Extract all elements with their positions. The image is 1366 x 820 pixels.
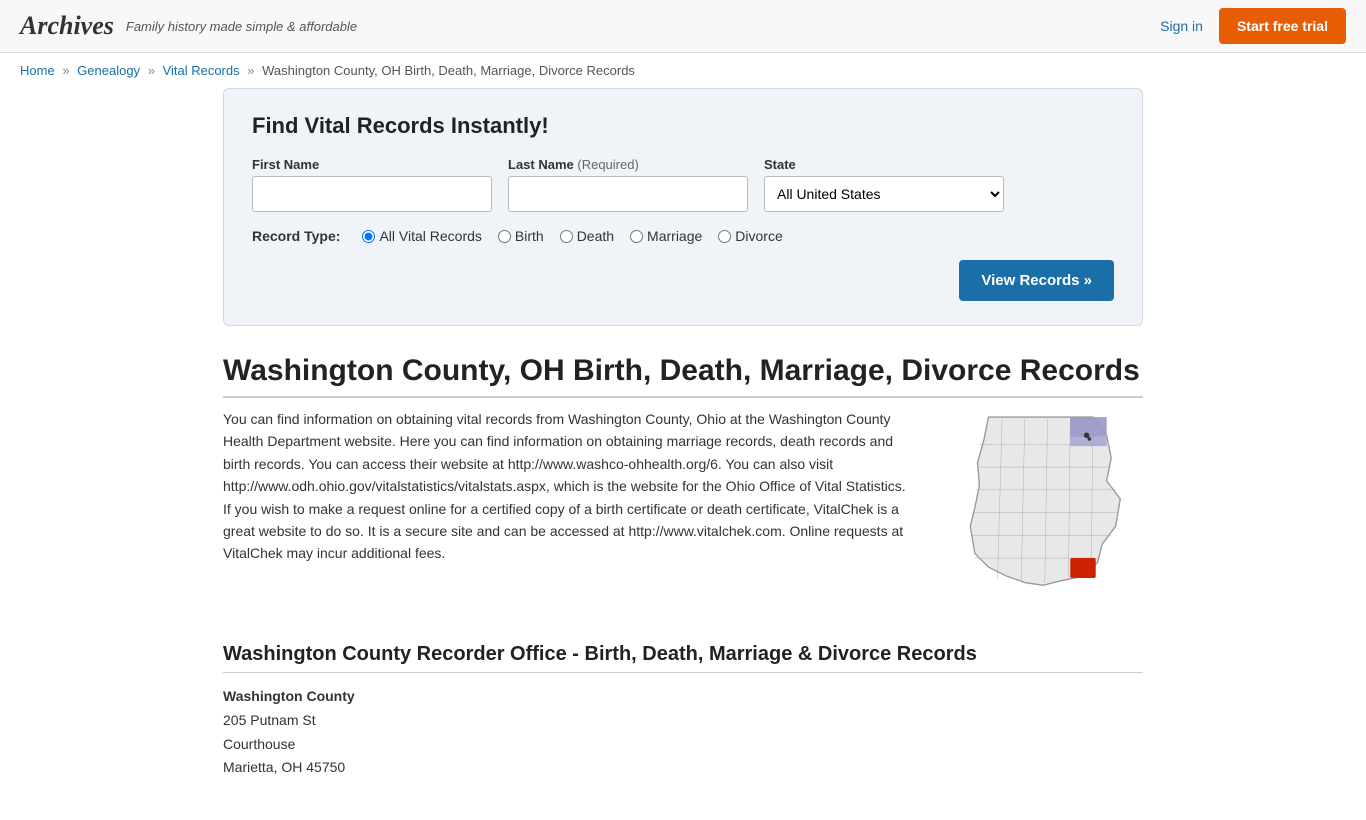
logo-text: Archives [20,11,114,40]
rt-marriage-label[interactable]: Marriage [630,228,702,244]
tagline: Family history made simple & affordable [126,19,357,34]
content-text: You can find information on obtaining vi… [223,408,915,611]
breadcrumb: Home » Genealogy » Vital Records » Washi… [0,53,1366,88]
breadcrumb-sep-1: » [62,63,69,78]
content-paragraph: You can find information on obtaining vi… [223,408,915,565]
breadcrumb-current: Washington County, OH Birth, Death, Marr… [262,63,635,78]
search-fields: First Name Last Name (Required) State Al… [252,157,1114,212]
header-left: Archives Family history made simple & af… [20,11,357,41]
breadcrumb-home[interactable]: Home [20,63,55,78]
rt-all-radio[interactable] [362,230,375,243]
rt-all-label[interactable]: All Vital Records [362,228,481,244]
page-title: Washington County, OH Birth, Death, Marr… [223,354,1143,398]
first-name-group: First Name [252,157,492,212]
last-name-group: Last Name (Required) [508,157,748,212]
site-header: Archives Family history made simple & af… [0,0,1366,53]
content-area: You can find information on obtaining vi… [223,408,1143,611]
rt-death-radio[interactable] [560,230,573,243]
search-box: Find Vital Records Instantly! First Name… [223,88,1143,326]
last-name-label: Last Name (Required) [508,157,748,172]
last-name-input[interactable] [508,176,748,212]
county-name: Washington County [223,685,1143,709]
main-content: Find Vital Records Instantly! First Name… [203,88,1163,820]
address-line1: 205 Putnam St [223,712,316,728]
first-name-label: First Name [252,157,492,172]
recorder-heading: Washington County Recorder Office - Birt… [223,643,1143,673]
address-line3: Marietta, OH 45750 [223,759,345,775]
address-block: Washington County 205 Putnam St Courthou… [223,685,1143,780]
rt-birth-label[interactable]: Birth [498,228,544,244]
breadcrumb-sep-3: » [247,63,254,78]
state-select[interactable]: All United StatesAlabamaAlaskaArizonaArk… [764,176,1004,212]
breadcrumb-sep-2: » [148,63,155,78]
start-trial-button[interactable]: Start free trial [1219,8,1346,44]
rt-death-label[interactable]: Death [560,228,614,244]
rt-birth-radio[interactable] [498,230,511,243]
view-records-button[interactable]: View Records » [959,260,1114,301]
first-name-input[interactable] [252,176,492,212]
search-box-title: Find Vital Records Instantly! [252,113,1114,139]
required-tag: (Required) [577,157,638,172]
ohio-map-svg [943,408,1143,608]
rt-divorce-radio[interactable] [718,230,731,243]
record-type-row: Record Type: All Vital Records Birth Dea… [252,228,1114,244]
address-line2: Courthouse [223,736,295,752]
breadcrumb-genealogy[interactable]: Genealogy [77,63,140,78]
ohio-counties [970,417,1120,585]
ohio-map [943,408,1143,611]
rt-divorce-label[interactable]: Divorce [718,228,782,244]
state-group: State All United StatesAlabamaAlaskaAriz… [764,157,1004,212]
record-type-label: Record Type: [252,228,340,244]
search-btn-row: View Records » [252,260,1114,301]
signin-link[interactable]: Sign in [1160,18,1203,34]
header-right: Sign in Start free trial [1160,8,1346,44]
rt-marriage-radio[interactable] [630,230,643,243]
breadcrumb-vital-records[interactable]: Vital Records [163,63,240,78]
recorder-section: Washington County Recorder Office - Birt… [223,643,1143,780]
state-label: State [764,157,1004,172]
site-logo: Archives [20,11,114,41]
